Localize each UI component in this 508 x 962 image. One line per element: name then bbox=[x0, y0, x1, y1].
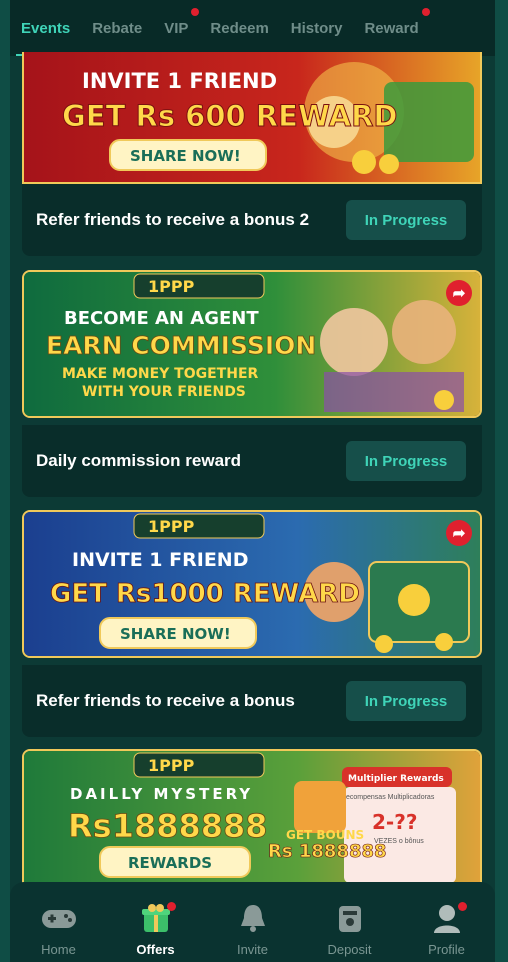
tab-bar: Events Rebate VIP Redeem History Reward bbox=[10, 0, 495, 56]
nav-invite[interactable]: Invite bbox=[213, 898, 293, 957]
side-subtitle: ecompensas Multiplicadoras bbox=[346, 794, 435, 801]
event-card: Daily commission reward In Progress bbox=[22, 425, 482, 497]
banner-line4: WITH YOUR FRIENDS bbox=[82, 384, 246, 400]
banner-art: 1PPP DAILLY MYSTERY Rs1888888 REWARDS Mu… bbox=[24, 751, 480, 897]
tab-label: VIP bbox=[164, 19, 189, 37]
banner-line1: INVITE 1 FRIEND bbox=[72, 549, 248, 571]
banner-line2: Rs1888888 bbox=[68, 807, 268, 845]
status-label: In Progress bbox=[364, 692, 448, 710]
nav-label: Deposit bbox=[327, 942, 372, 957]
nav-profile[interactable]: Profile bbox=[407, 898, 487, 957]
daily-mystery-banner[interactable]: 1PPP DAILLY MYSTERY Rs1888888 REWARDS Mu… bbox=[22, 749, 482, 899]
tab-label: Redeem bbox=[210, 19, 269, 37]
share-icon[interactable]: ➦ bbox=[446, 280, 472, 306]
notification-dot bbox=[166, 902, 176, 911]
event-card: Refer friends to receive a bonus 2 In Pr… bbox=[22, 184, 482, 256]
side-title: Multiplier Rewards bbox=[348, 774, 444, 784]
tab-label: Events bbox=[21, 19, 71, 37]
tab-history[interactable]: History bbox=[280, 0, 354, 56]
banner-line2: EARN COMMISSION bbox=[46, 331, 316, 360]
event-title: Refer friends to receive a bonus 2 bbox=[36, 210, 310, 229]
banner-line1: INVITE 1 FRIEND bbox=[82, 69, 277, 93]
brand-label: 1PPP bbox=[148, 277, 195, 296]
notification-dot bbox=[457, 902, 467, 911]
nav-label: Invite bbox=[236, 942, 269, 957]
status-label: In Progress bbox=[364, 211, 448, 229]
brand-label: 1PPP bbox=[148, 517, 195, 536]
banner-line2: GET Rs1000 REWARD bbox=[50, 579, 360, 609]
invite-600-banner[interactable]: INVITE 1 FRIEND GET Rs 600 REWARD SHARE … bbox=[22, 52, 482, 184]
wallet-icon bbox=[330, 898, 370, 938]
invite-1000-banner[interactable]: 1PPP INVITE 1 FRIEND GET Rs1000 REWARD S… bbox=[22, 510, 482, 658]
bell-icon bbox=[233, 898, 273, 938]
side-value: 2-?? bbox=[372, 810, 417, 834]
status-label: In Progress bbox=[364, 452, 448, 470]
agent-commission-banner[interactable]: 1PPP BECOME AN AGENT EARN COMMISSION MAK… bbox=[22, 270, 482, 418]
nav-label: Home bbox=[41, 942, 76, 957]
share-now-label: SHARE NOW! bbox=[130, 147, 241, 165]
tab-events[interactable]: Events bbox=[10, 0, 81, 56]
tab-label: History bbox=[290, 19, 343, 37]
banner-art: 1PPP INVITE 1 FRIEND GET Rs1000 REWARD S… bbox=[24, 512, 480, 656]
banner-line1: DAILLY MYSTERY bbox=[70, 785, 253, 803]
bottom-nav: Home Offers Invite Deposit Profile bbox=[10, 882, 495, 962]
rewards-label: REWARDS bbox=[128, 854, 212, 872]
nav-label: Offers bbox=[136, 942, 175, 957]
notification-dot bbox=[421, 8, 430, 16]
get-bonus-value: Rs 1888888 bbox=[268, 841, 387, 862]
in-progress-button[interactable]: In Progress bbox=[346, 681, 466, 721]
share-icon[interactable]: ➦ bbox=[446, 520, 472, 546]
banner-line2: GET Rs 600 REWARD bbox=[62, 99, 397, 133]
app-frame: Events Rebate VIP Redeem History Reward … bbox=[10, 0, 495, 962]
nav-deposit[interactable]: Deposit bbox=[310, 898, 390, 957]
share-now-label: SHARE NOW! bbox=[120, 625, 231, 643]
banner-line1: BECOME AN AGENT bbox=[64, 308, 259, 329]
gamepad-icon bbox=[39, 898, 79, 938]
tab-reward[interactable]: Reward bbox=[353, 0, 430, 56]
tab-vip[interactable]: VIP bbox=[153, 0, 200, 56]
banner-line3: MAKE MONEY TOGETHER bbox=[62, 366, 259, 382]
nav-home[interactable]: Home bbox=[19, 898, 99, 957]
brand-label: 1PPP bbox=[148, 756, 195, 775]
banner-art: INVITE 1 FRIEND GET Rs 600 REWARD SHARE … bbox=[24, 52, 480, 182]
tab-label: Rebate bbox=[92, 19, 143, 37]
event-title: Refer friends to receive a bonus bbox=[36, 691, 295, 710]
tab-label: Reward bbox=[364, 19, 419, 37]
get-bonus-label: GET BOUNS bbox=[286, 828, 364, 842]
banner-art: 1PPP BECOME AN AGENT EARN COMMISSION MAK… bbox=[24, 272, 480, 416]
nav-offers[interactable]: Offers bbox=[116, 898, 196, 957]
tab-rebate[interactable]: Rebate bbox=[81, 0, 153, 56]
notification-dot bbox=[191, 8, 200, 16]
in-progress-button[interactable]: In Progress bbox=[346, 441, 466, 481]
nav-label: Profile bbox=[428, 942, 465, 957]
in-progress-button[interactable]: In Progress bbox=[346, 200, 466, 240]
tab-redeem[interactable]: Redeem bbox=[199, 0, 279, 56]
event-title: Daily commission reward bbox=[36, 451, 242, 470]
event-card: Refer friends to receive a bonus In Prog… bbox=[22, 665, 482, 737]
